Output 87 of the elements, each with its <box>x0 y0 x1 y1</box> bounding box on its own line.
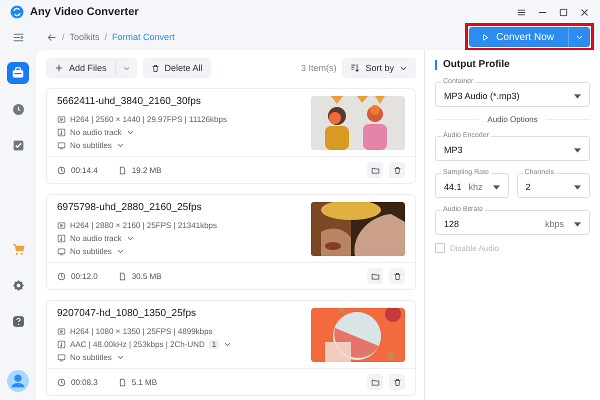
folder-icon <box>370 378 380 386</box>
open-folder-button[interactable] <box>367 268 383 284</box>
gear-icon <box>12 278 24 292</box>
file-name: 5662411-uhd_3840_2160_30fps <box>57 96 202 108</box>
separator: / <box>62 32 65 42</box>
track-count: 1 <box>208 340 220 348</box>
unit-label: khz <box>468 182 482 192</box>
audio-track-info[interactable]: No audio track <box>70 128 122 136</box>
audio-icon <box>57 340 66 348</box>
field-value: MP3 <box>444 145 464 155</box>
avatar-icon <box>7 370 29 392</box>
field-value: 128 <box>444 219 460 229</box>
trash-icon <box>392 272 402 280</box>
audio-track-info[interactable]: AAC | 48.00kHz | 253kbps | 2Ch-UND <box>70 340 205 348</box>
unit-label: kbps <box>544 219 564 229</box>
file-size: 19.2 MB <box>132 166 162 174</box>
plus-icon <box>54 63 64 73</box>
folder-icon <box>370 272 380 280</box>
caret-icon <box>574 94 581 98</box>
file-name: 9207047-hd_1080_1350_25fps <box>57 308 198 320</box>
breadcrumb-link[interactable]: Format Convert <box>112 32 175 42</box>
caret-icon <box>574 184 581 190</box>
file-icon <box>118 272 127 280</box>
close-icon <box>579 6 590 18</box>
field-value: 2 <box>526 182 532 192</box>
subtitle-icon <box>57 140 66 150</box>
panel-title: Output Profile <box>435 60 590 70</box>
field-value: MP3 Audio (*.mp3) <box>444 91 521 101</box>
audio-track-info[interactable]: No audio track <box>70 234 122 242</box>
caret-icon <box>492 184 500 190</box>
video-info: H264 | 1080 × 1350 | 25FPS | 4899kbps <box>70 326 213 336</box>
sidebar-item[interactable] <box>7 370 29 392</box>
back-icon <box>46 32 57 42</box>
clock-icon <box>12 102 24 116</box>
logo-icon <box>10 5 24 19</box>
subtitle-info[interactable]: No subtitles <box>70 352 112 362</box>
video-icon <box>57 220 66 230</box>
caret-icon <box>574 148 581 152</box>
duration: 00:08.3 <box>71 378 98 386</box>
delete-all-button[interactable]: Delete All <box>142 58 211 78</box>
play-icon <box>481 32 490 42</box>
clock-icon <box>57 378 66 386</box>
video-icon <box>57 326 66 336</box>
delete-button[interactable] <box>389 162 405 178</box>
trash-icon <box>392 378 402 386</box>
delete-button[interactable] <box>389 374 405 390</box>
file-icon <box>118 378 127 386</box>
video-info: H264 | 2560 × 1440 | 29.97FPS | 11126kbps <box>70 114 227 124</box>
file-icon <box>118 166 127 174</box>
folder-icon <box>370 166 380 174</box>
maximize-icon <box>558 6 569 18</box>
breadcrumb-link[interactable]: Toolkits <box>70 32 100 42</box>
audio-icon <box>57 234 66 242</box>
help-icon <box>12 314 24 328</box>
delete-button[interactable] <box>389 268 405 284</box>
checklist-icon <box>12 138 24 152</box>
sort-icon <box>350 63 360 73</box>
convert-now-button[interactable]: Convert Now <box>469 27 568 47</box>
audio-icon <box>57 128 66 136</box>
trash-icon <box>392 166 402 174</box>
subtitle-icon <box>57 246 66 256</box>
duration: 00:12.0 <box>71 272 98 280</box>
app-title: Any Video Converter <box>30 6 139 18</box>
clock-icon <box>57 166 66 174</box>
section-heading: Audio Options <box>435 115 590 124</box>
open-folder-button[interactable] <box>367 374 383 390</box>
open-folder-button[interactable] <box>367 162 383 178</box>
subtitle-info[interactable]: No subtitles <box>70 140 112 150</box>
subtitle-info[interactable]: No subtitles <box>70 246 112 256</box>
file-size: 5.1 MB <box>132 378 158 386</box>
menu-icon <box>12 30 24 44</box>
caret-icon <box>574 222 581 226</box>
subtitle-icon <box>57 352 66 362</box>
file-size: 30.5 MB <box>132 272 162 280</box>
cart-icon <box>12 242 24 256</box>
trash-icon <box>150 64 160 72</box>
clock-icon <box>57 272 66 280</box>
item-count: 3 Item(s) <box>300 63 336 73</box>
video-icon <box>57 114 66 124</box>
field-value: 44.1 <box>444 182 463 192</box>
toolbox-icon <box>11 66 25 80</box>
duration: 00:14.4 <box>71 166 98 174</box>
file-name: 6975798-uhd_2880_2160_25fps <box>57 202 203 214</box>
sidebar-item[interactable] <box>7 62 29 84</box>
video-info: H264 | 2880 × 2160 | 25FPS | 21341kbps <box>70 220 218 230</box>
separator: / <box>104 32 108 42</box>
sort-button[interactable]: Sort by <box>342 58 416 78</box>
